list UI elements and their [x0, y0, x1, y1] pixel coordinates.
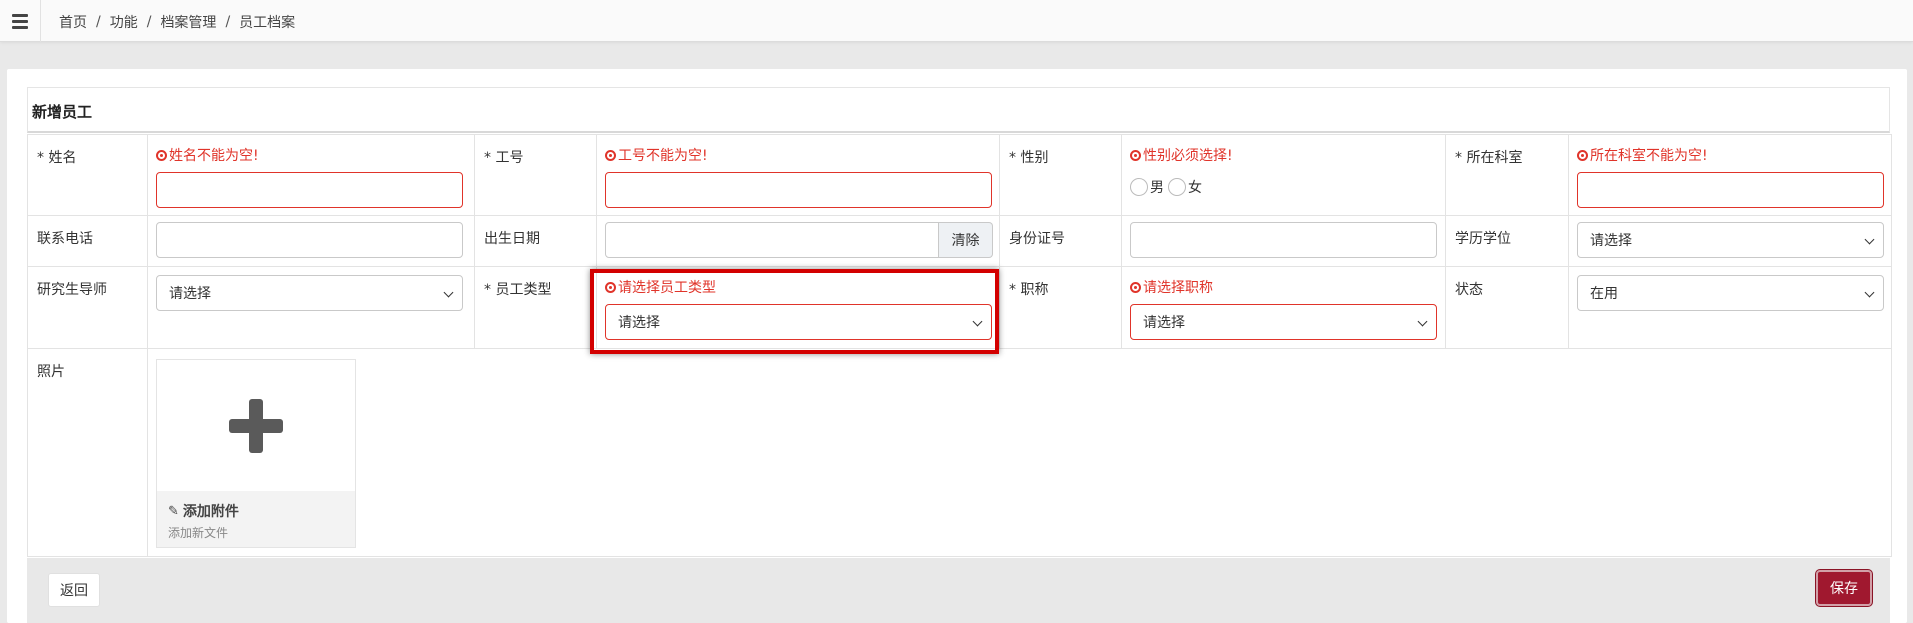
emp-type-error: 请选择员工类型 — [605, 279, 999, 296]
gender-error: 性别必须选择! — [1130, 147, 1445, 164]
emp-type-label-cell: * 员工类型 — [474, 266, 597, 349]
add-attachment-title: ✎ 添加附件 — [168, 503, 239, 521]
breadcrumb-employee-archive: 员工档案 — [239, 15, 296, 31]
breadcrumb-home[interactable]: 首页 — [59, 12, 87, 32]
error-icon — [1577, 149, 1588, 161]
degree-field-cell: 请选择 — [1568, 215, 1892, 267]
top-bar: 首页 / 功能 / 档案管理 / 员工档案 — [0, 0, 1913, 42]
id-card-label-cell: 身份证号 — [999, 215, 1122, 267]
error-icon — [1130, 149, 1141, 161]
degree-select[interactable]: 请选择 — [1577, 222, 1884, 258]
birth-date-label: 出生日期 — [484, 231, 540, 247]
breadcrumb-functions[interactable]: 功能 — [110, 12, 138, 32]
form-footer: 返回 保存 — [27, 558, 1890, 623]
advisor-label-cell: 研究生导师 — [27, 266, 148, 349]
gender-radio-group: 男 女 — [1130, 177, 1206, 197]
name-field-cell: 姓名不能为空! — [147, 134, 475, 216]
name-input[interactable] — [156, 172, 463, 208]
add-attachment-hint: 添加新文件 — [168, 526, 229, 540]
advisor-field-cell: 请选择 — [147, 266, 475, 349]
emp-type-select[interactable]: 请选择 — [605, 304, 992, 340]
radio-circle[interactable] — [1130, 178, 1148, 196]
radio-circle[interactable] — [1168, 178, 1186, 196]
emp-no-field-cell: 工号不能为空! — [596, 134, 1000, 216]
phone-label-cell: 联系电话 — [27, 215, 148, 267]
error-icon — [156, 149, 167, 161]
gender-label: * 性别 — [1009, 150, 1049, 166]
birth-date-label-cell: 出生日期 — [474, 215, 597, 267]
status-field-cell: 在用 — [1568, 266, 1892, 349]
birth-date-field-cell: 清除 — [596, 215, 1000, 267]
title-label-cell: * 职称 — [999, 266, 1122, 349]
name-error: 姓名不能为空! — [156, 147, 474, 164]
id-card-input[interactable] — [1130, 222, 1437, 258]
gender-female-radio[interactable]: 女 — [1168, 177, 1202, 197]
add-photo-button[interactable] — [157, 360, 355, 491]
gender-label-cell: * 性别 — [999, 134, 1122, 216]
card-header — [27, 87, 1890, 133]
emp-no-label: * 工号 — [484, 150, 524, 166]
title-label: * 职称 — [1009, 282, 1049, 298]
breadcrumb-separator: / — [146, 14, 152, 30]
degree-label-cell: 学历学位 — [1445, 215, 1569, 267]
error-icon — [605, 281, 616, 293]
photo-field-cell — [147, 348, 1892, 557]
advisor-label: 研究生导师 — [37, 282, 107, 298]
title-select[interactable]: 请选择 — [1130, 304, 1437, 340]
department-error: 所在科室不能为空! — [1577, 147, 1891, 164]
clear-date-button[interactable]: 清除 — [939, 222, 993, 258]
emp-type-label: * 员工类型 — [484, 282, 552, 298]
status-select[interactable]: 在用 — [1577, 275, 1884, 311]
phone-input[interactable] — [156, 222, 463, 258]
id-card-field-cell — [1121, 215, 1446, 267]
gender-field-cell: 性别必须选择! 男 女 — [1121, 134, 1446, 216]
department-input[interactable] — [1577, 172, 1884, 208]
emp-no-input[interactable] — [605, 172, 992, 208]
id-card-label: 身份证号 — [1009, 231, 1065, 247]
back-button[interactable]: 返回 — [48, 573, 100, 607]
hamburger-icon — [12, 11, 28, 32]
department-field-cell: 所在科室不能为空! — [1568, 134, 1892, 216]
breadcrumb-separator: / — [96, 14, 101, 30]
birth-date-input[interactable] — [605, 222, 939, 258]
photo-label: 照片 — [37, 364, 65, 380]
breadcrumb-separator: / — [225, 14, 231, 30]
department-label: * 所在科室 — [1455, 150, 1523, 166]
emp-type-field-cell: 请选择员工类型 请选择 — [596, 266, 1000, 349]
error-icon — [605, 149, 616, 161]
breadcrumb: 首页 / 功能 / 档案管理 / 员工档案 — [59, 12, 295, 32]
advisor-select[interactable]: 请选择 — [156, 275, 463, 311]
name-label-cell: * 姓名 — [27, 134, 148, 216]
title-field-cell: 请选择职称 请选择 — [1121, 266, 1446, 349]
status-label: 状态 — [1455, 282, 1483, 298]
degree-label: 学历学位 — [1455, 231, 1511, 247]
title-error: 请选择职称 — [1130, 279, 1445, 296]
phone-field-cell — [147, 215, 475, 267]
plus-icon — [229, 398, 283, 453]
photo-upload[interactable]: ✎ 添加附件 添加新文件 — [156, 359, 356, 548]
photo-label-cell: 照片 — [27, 348, 148, 557]
upload-footer: ✎ 添加附件 添加新文件 — [157, 491, 355, 547]
phone-label: 联系电话 — [37, 231, 93, 247]
department-label-cell: * 所在科室 — [1445, 134, 1569, 216]
paperclip-icon: ✎ — [168, 503, 179, 519]
emp-no-error: 工号不能为空! — [605, 147, 999, 164]
status-label-cell: 状态 — [1445, 266, 1569, 349]
name-label: * 姓名 — [37, 150, 77, 166]
hamburger-menu-button[interactable] — [0, 0, 41, 42]
card-title: 新增员工 — [32, 103, 93, 121]
gender-male-radio[interactable]: 男 — [1130, 177, 1164, 197]
error-icon — [1130, 281, 1141, 293]
breadcrumb-archive-management[interactable]: 档案管理 — [160, 12, 216, 32]
emp-no-label-cell: * 工号 — [474, 134, 597, 216]
save-button[interactable]: 保存 — [1816, 570, 1872, 606]
